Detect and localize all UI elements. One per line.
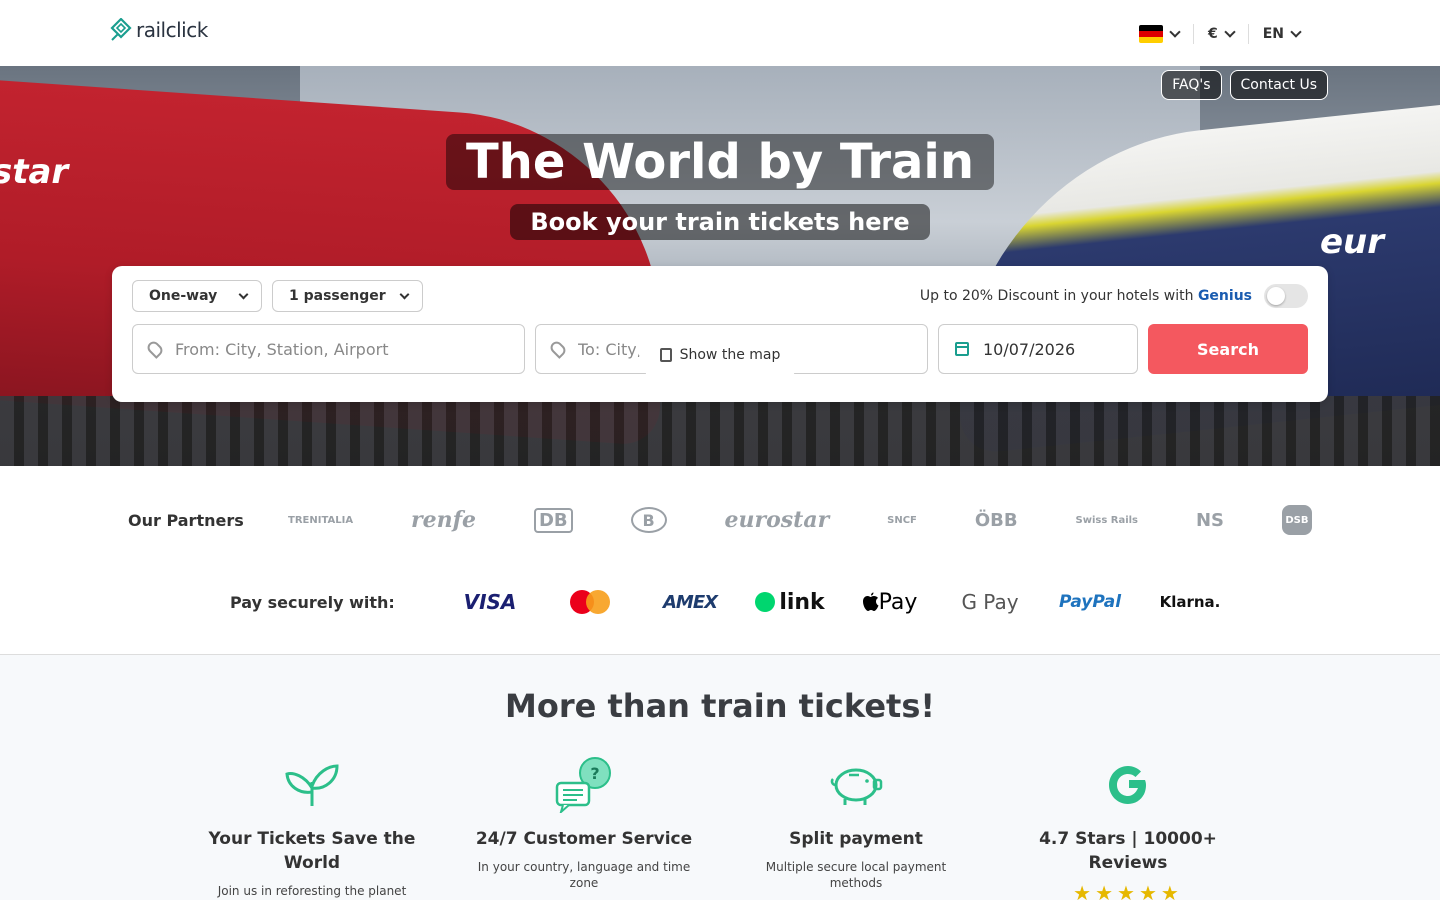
google-icon bbox=[1098, 755, 1158, 815]
top-header: railclick € EN bbox=[0, 0, 1440, 66]
genius-discount: Up to 20% Discount in your hotels with G… bbox=[920, 284, 1308, 308]
feature-title: Split payment bbox=[789, 829, 923, 849]
language-selector[interactable]: EN bbox=[1249, 20, 1314, 48]
show-map-label: Show the map bbox=[679, 347, 781, 363]
link-icon bbox=[755, 592, 776, 612]
rating-stars: ★★★★★ bbox=[1073, 881, 1183, 900]
trip-type-label: One-way bbox=[149, 288, 218, 304]
genius-text: Up to 20% Discount in your hotels with G… bbox=[919, 288, 1252, 304]
from-field[interactable] bbox=[132, 324, 525, 374]
hero-title: The World by Train bbox=[446, 134, 994, 190]
map-icon bbox=[659, 348, 672, 362]
features-section: More than train tickets! Your Tickets Sa… bbox=[0, 655, 1440, 900]
visa-logo: VISA bbox=[463, 590, 517, 614]
logo-mark-icon bbox=[110, 18, 132, 41]
mastercard-logo bbox=[540, 590, 640, 614]
from-input[interactable] bbox=[175, 339, 475, 359]
chat-support-icon: ? bbox=[554, 755, 614, 815]
feature-customer-service: ? 24/7 Customer Service In your country,… bbox=[469, 755, 699, 891]
feature-desc: Multiple secure local payment methods bbox=[765, 860, 947, 890]
trip-type-select[interactable]: One-way bbox=[132, 280, 262, 312]
feature-split-payment: Split payment Multiple secure local paym… bbox=[741, 755, 971, 891]
piggy-bank-icon bbox=[826, 755, 886, 815]
mastercard-icon bbox=[570, 590, 610, 614]
features-title: More than train tickets! bbox=[505, 687, 935, 725]
feature-save-world: Your Tickets Save the World Join us in r… bbox=[197, 755, 427, 899]
feature-desc: Join us in reforesting the planet bbox=[217, 884, 407, 898]
partner-logo-ns: NS bbox=[1195, 509, 1224, 531]
red-train-text: star bbox=[0, 152, 69, 192]
country-selector[interactable] bbox=[1125, 20, 1193, 48]
partner-logo-renfe: renfe bbox=[411, 507, 477, 533]
faq-link[interactable]: FAQ's bbox=[1161, 70, 1222, 100]
apple-pay-logo: Pay bbox=[840, 590, 940, 615]
search-button[interactable]: Search bbox=[1148, 324, 1308, 374]
chevron-down-icon bbox=[1290, 26, 1302, 38]
partner-logos: TRENITALIA renfe DB B eurostar SNCF ÖBB … bbox=[288, 505, 1312, 535]
partner-logo-sncf: SNCF bbox=[887, 514, 917, 526]
amex-logo: AMEX bbox=[662, 591, 718, 613]
partner-logo-sncb: B bbox=[630, 507, 667, 533]
passengers-label: 1 passenger bbox=[289, 288, 386, 304]
show-map-button[interactable]: Show the map bbox=[632, 336, 808, 374]
partner-logo-trenitalia: TRENITALIA bbox=[288, 514, 354, 526]
partners-label: Our Partners bbox=[128, 510, 244, 530]
train-tracks bbox=[0, 396, 1440, 466]
passengers-select[interactable]: 1 passenger bbox=[272, 280, 423, 312]
currency-label: € bbox=[1207, 26, 1218, 42]
feature-title: Your Tickets Save the World bbox=[208, 829, 416, 873]
hero-top-links: FAQ's Contact Us bbox=[1161, 70, 1328, 100]
chevron-down-icon bbox=[238, 289, 249, 299]
partner-logo-db: DB bbox=[533, 507, 573, 533]
paypal-logo: PayPal bbox=[1058, 592, 1122, 612]
chevron-down-icon bbox=[399, 289, 410, 299]
svg-text:?: ? bbox=[590, 764, 599, 783]
language-label: EN bbox=[1262, 26, 1284, 42]
partner-logo-obb: ÖBB bbox=[974, 509, 1018, 531]
apple-icon bbox=[862, 592, 879, 611]
currency-selector[interactable]: € bbox=[1194, 20, 1248, 48]
payment-label: Pay securely with: bbox=[230, 592, 395, 612]
logo-text: railclick bbox=[136, 18, 208, 42]
genius-toggle[interactable] bbox=[1264, 284, 1308, 308]
header-controls: € EN bbox=[1125, 20, 1314, 48]
location-pin-icon bbox=[145, 339, 165, 359]
calendar-icon bbox=[955, 342, 969, 356]
leaf-icon bbox=[282, 755, 342, 815]
link-logo: link bbox=[740, 590, 840, 615]
date-field[interactable]: 10/07/2026 bbox=[938, 324, 1138, 374]
germany-flag-icon bbox=[1138, 25, 1163, 43]
partner-logo-swiss-rails: Swiss Rails bbox=[1075, 514, 1139, 526]
feature-desc: In your country, language and time zone bbox=[477, 860, 691, 890]
partner-logo-eurostar: eurostar bbox=[724, 507, 830, 533]
partners-strip: Our Partners TRENITALIA renfe DB B euros… bbox=[128, 500, 1312, 540]
chevron-down-icon bbox=[1169, 26, 1181, 38]
feature-reviews: 4.7 Stars | 10000+ Reviews ★★★★★ bbox=[1013, 755, 1243, 900]
payment-methods: Pay securely with: VISA AMEX link Pay G … bbox=[230, 582, 1240, 622]
location-pin-icon bbox=[548, 339, 568, 359]
search-form: One-way 1 passenger Up to 20% Discount i… bbox=[112, 266, 1328, 402]
hero-subtitle: Book your train tickets here bbox=[510, 204, 930, 240]
klarna-logo: Klarna. bbox=[1159, 593, 1221, 611]
railclick-logo[interactable]: railclick bbox=[110, 18, 208, 42]
contact-us-link[interactable]: Contact Us bbox=[1229, 70, 1328, 100]
google-pay-logo: G Pay bbox=[961, 590, 1019, 614]
partner-logo-dsb: DSB bbox=[1281, 505, 1312, 535]
genius-brand: Genius bbox=[1197, 288, 1252, 304]
date-value: 10/07/2026 bbox=[983, 339, 1076, 359]
chevron-down-icon bbox=[1224, 26, 1236, 38]
feature-title: 24/7 Customer Service bbox=[475, 829, 693, 849]
payment-logos: VISA AMEX link Pay G Pay PayPal Klarna. bbox=[440, 590, 1240, 615]
blue-train-text: eur bbox=[1320, 222, 1385, 262]
feature-title: 4.7 Stars | 10000+ Reviews bbox=[1039, 829, 1217, 873]
